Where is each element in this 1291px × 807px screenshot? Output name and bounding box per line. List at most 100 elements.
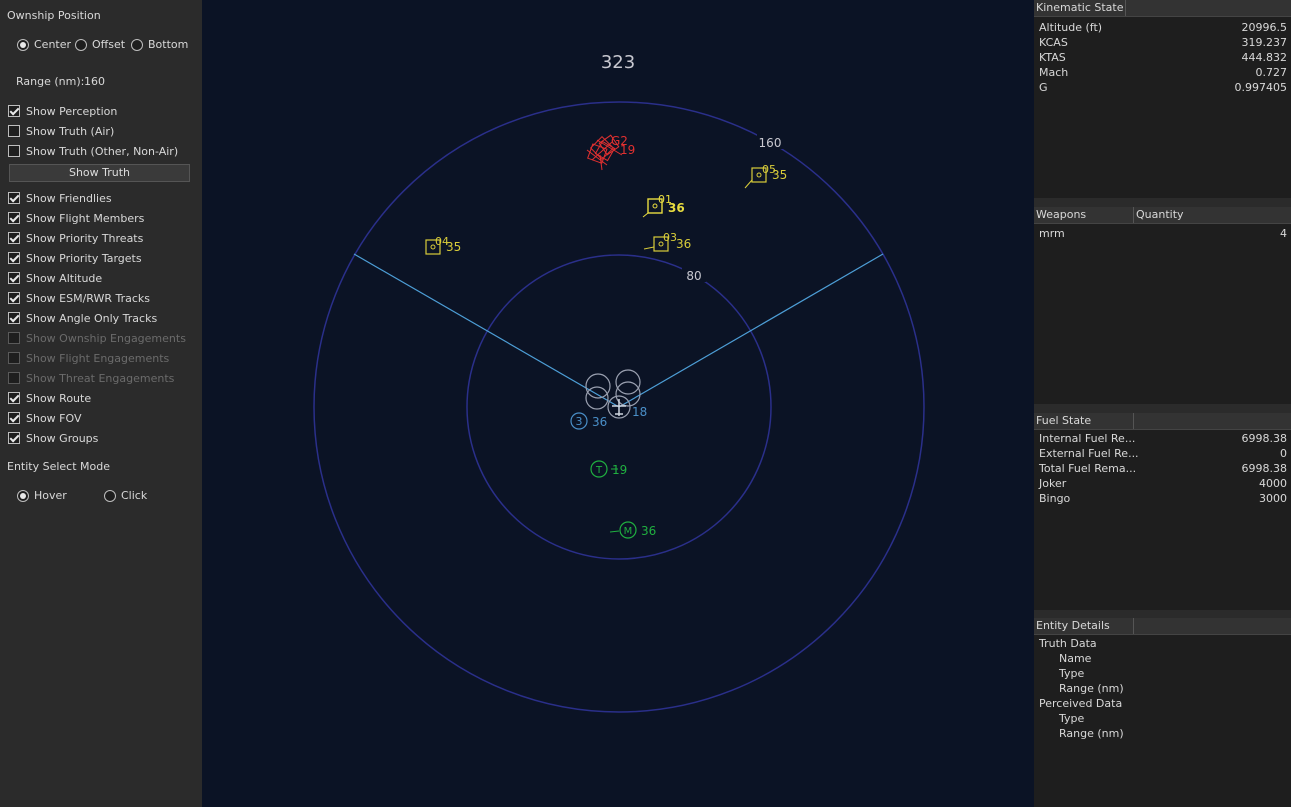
friendly-3[interactable]: 3 36 — [570, 412, 607, 430]
row-value: 6998.38 — [1241, 432, 1288, 445]
waypoint-t[interactable]: T 19 — [590, 460, 627, 478]
show-flight-engagements-checkbox[interactable]: Show Flight Engagements — [8, 350, 169, 366]
position-center-radio[interactable]: Center — [17, 38, 71, 51]
tree-item-truth-data[interactable]: Truth Data — [1039, 636, 1287, 651]
radio-indicator — [104, 489, 116, 502]
track-01[interactable]: 01 36 — [642, 193, 685, 218]
table-row[interactable]: Mach 0.727 — [1039, 65, 1287, 80]
show-altitude-checkbox[interactable]: Show Altitude — [8, 270, 102, 286]
select-click-radio[interactable]: Click — [104, 489, 147, 502]
checkbox-label: Show ESM/RWR Tracks — [26, 291, 151, 305]
panel-divider — [1034, 404, 1291, 413]
position-bottom-radio[interactable]: Bottom — [131, 38, 188, 51]
radio-label: Click — [121, 489, 148, 502]
table-row[interactable]: KCAS 319.237 — [1039, 35, 1287, 50]
ownship-icon[interactable] — [612, 399, 626, 416]
tree-item[interactable]: Type — [1059, 711, 1291, 726]
table-row[interactable]: Joker 4000 — [1039, 476, 1287, 491]
show-route-checkbox[interactable]: Show Route — [8, 390, 91, 406]
entity-details-tree: Entity Details Truth Data Name Type Rang… — [1034, 618, 1291, 807]
heading-readout: 323 — [601, 52, 635, 73]
show-ownship-engagements-checkbox[interactable]: Show Ownship Engagements — [8, 330, 186, 346]
checkbox-label: Show Altitude — [26, 271, 103, 285]
column-header[interactable] — [1134, 618, 1291, 634]
tree-item[interactable]: Name — [1059, 651, 1291, 666]
svg-text:36: 36 — [676, 237, 691, 251]
table-header: Fuel State — [1034, 413, 1291, 430]
svg-text:36: 36 — [592, 415, 607, 429]
position-offset-radio[interactable]: Offset — [75, 38, 125, 51]
row-value: 20996.5 — [1241, 21, 1288, 34]
row-key: Internal Fuel Re... — [1039, 432, 1136, 445]
checkbox-label: Show Route — [26, 391, 92, 405]
checkbox-label: Show FOV — [26, 411, 82, 425]
radio-label: Offset — [92, 38, 126, 51]
kinematic-state-table: Kinematic State Altitude (ft) 20996.5 KCA… — [1034, 0, 1291, 198]
column-header[interactable] — [1134, 413, 1291, 429]
show-truth-other-checkbox[interactable]: Show Truth (Other, Non-Air) — [8, 143, 178, 159]
tree-item[interactable]: Range (nm) — [1059, 681, 1291, 696]
show-fov-checkbox[interactable]: Show FOV — [8, 410, 82, 426]
radio-indicator — [75, 38, 87, 51]
checkbox-box — [8, 272, 20, 284]
table-header: Kinematic State — [1034, 0, 1291, 17]
checkbox-box — [8, 372, 20, 384]
show-priority-targets-checkbox[interactable]: Show Priority Targets — [8, 250, 142, 266]
track-03[interactable]: 03 36 — [643, 231, 691, 252]
column-header[interactable] — [1126, 0, 1291, 16]
tactical-scope[interactable]: 323 160 80 G2 19 01 36 03 36 04 35 05 35… — [202, 0, 1034, 807]
table-row[interactable]: Total Fuel Rema... 6998.38 — [1039, 461, 1287, 476]
radio-indicator — [17, 38, 29, 51]
threat-group[interactable]: G2 19 — [586, 134, 635, 171]
svg-text:3: 3 — [576, 415, 583, 428]
column-header[interactable]: Entity Details — [1034, 618, 1134, 634]
ownship-position-title: Ownship Position — [7, 9, 101, 22]
column-header[interactable]: Quantity — [1134, 207, 1291, 223]
show-groups-checkbox[interactable]: Show Groups — [8, 430, 98, 446]
tree-label: Perceived Data — [1039, 697, 1123, 710]
row-key: G — [1039, 81, 1048, 94]
svg-text:T: T — [595, 465, 603, 476]
tree-item[interactable]: Range (nm) — [1059, 726, 1291, 741]
show-truth-button[interactable]: Show Truth — [9, 164, 190, 182]
row-value: 0.997405 — [1234, 81, 1288, 94]
column-header[interactable]: Kinematic State — [1034, 0, 1126, 16]
table-row[interactable]: G 0.997405 — [1039, 80, 1287, 95]
show-priority-threats-checkbox[interactable]: Show Priority Threats — [8, 230, 143, 246]
table-row[interactable]: mrm 4 — [1039, 226, 1287, 241]
table-row[interactable]: Internal Fuel Re... 6998.38 — [1039, 431, 1287, 446]
table-row[interactable]: Bingo 3000 — [1039, 491, 1287, 506]
show-perception-checkbox[interactable]: Show Perception — [8, 103, 117, 119]
table-row[interactable]: KTAS 444.832 — [1039, 50, 1287, 65]
control-panel: Ownship Position Center Offset Bottom Ra… — [0, 0, 202, 807]
show-friendlies-checkbox[interactable]: Show Friendlies — [8, 190, 112, 206]
show-truth-air-checkbox[interactable]: Show Truth (Air) — [8, 123, 114, 139]
column-header[interactable]: Weapons — [1034, 207, 1134, 223]
row-value: 444.832 — [1241, 51, 1288, 64]
show-esm-rwr-checkbox[interactable]: Show ESM/RWR Tracks — [8, 290, 150, 306]
row-key: KCAS — [1039, 36, 1068, 49]
tree-item[interactable]: Type — [1059, 666, 1291, 681]
track-04[interactable]: 04 35 — [425, 235, 461, 255]
table-row[interactable]: Altitude (ft) 20996.5 — [1039, 20, 1287, 35]
show-angle-only-checkbox[interactable]: Show Angle Only Tracks — [8, 310, 157, 326]
friendly-altitude-18: 18 — [632, 405, 647, 419]
show-threat-engagements-checkbox[interactable]: Show Threat Engagements — [8, 370, 174, 386]
checkbox-box — [8, 292, 20, 304]
table-header: Entity Details — [1034, 618, 1291, 635]
show-flight-members-checkbox[interactable]: Show Flight Members — [8, 210, 144, 226]
checkbox-label: Show Threat Engagements — [26, 371, 175, 385]
select-hover-radio[interactable]: Hover — [17, 489, 67, 502]
checkbox-label: Show Flight Engagements — [26, 351, 170, 365]
row-key: mrm — [1039, 227, 1065, 240]
track-05[interactable]: 05 35 — [744, 163, 787, 189]
fov-left-line — [353, 253, 620, 408]
threat-altitude: 19 — [620, 143, 635, 157]
waypoint-m[interactable]: M 36 — [609, 521, 656, 539]
column-header[interactable]: Fuel State — [1034, 413, 1134, 429]
svg-text:03: 03 — [663, 231, 677, 244]
status-panel: Kinematic State Altitude (ft) 20996.5 KCA… — [1034, 0, 1291, 807]
tree-item-perceived-data[interactable]: Perceived Data — [1039, 696, 1287, 711]
range-value[interactable]: 160 — [84, 75, 105, 88]
table-row[interactable]: External Fuel Re... 0 — [1039, 446, 1287, 461]
